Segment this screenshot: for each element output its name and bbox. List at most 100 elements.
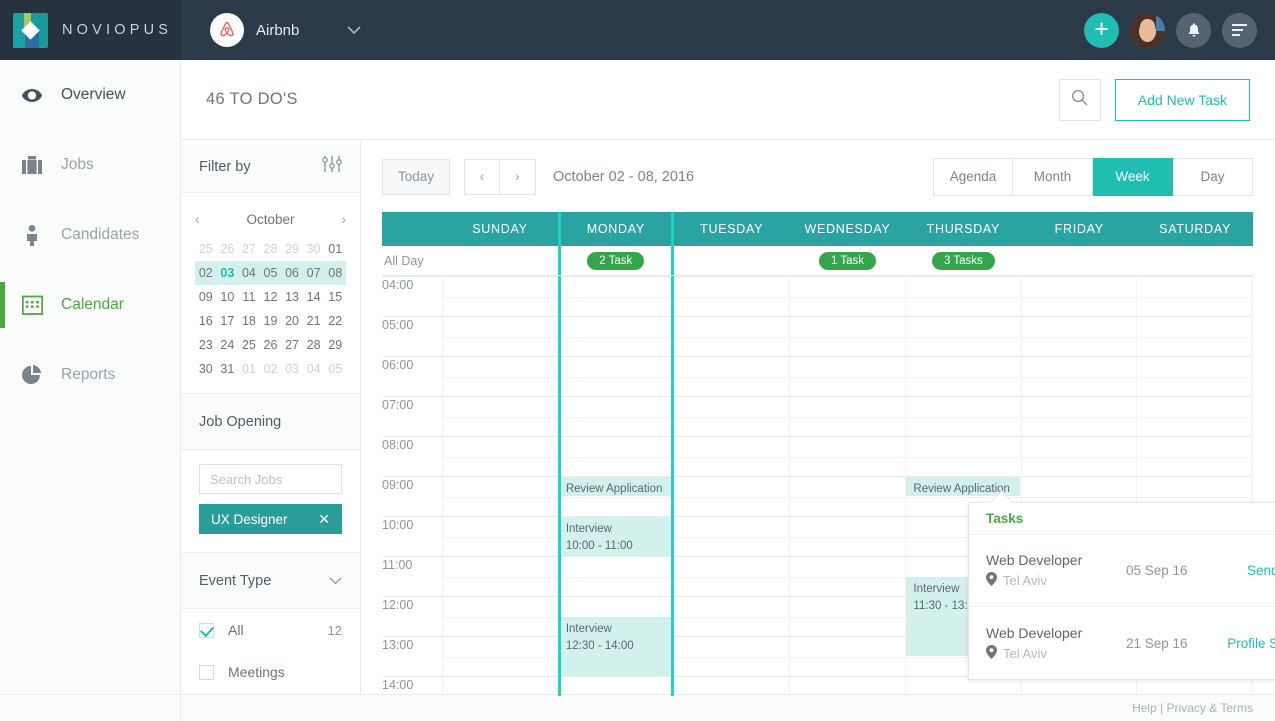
chevron-right-icon[interactable]: › [328, 212, 346, 227]
mini-calendar-day[interactable]: 14 [303, 285, 325, 309]
time-slot[interactable] [673, 356, 789, 396]
close-icon[interactable]: ✕ [318, 511, 330, 528]
time-slot[interactable] [789, 316, 905, 356]
checkbox-icon[interactable] [199, 665, 214, 680]
time-slot[interactable] [673, 476, 789, 516]
prev-week-button[interactable]: ‹ [464, 159, 500, 195]
event-type-option-meetings[interactable]: Meetings [181, 651, 360, 693]
day-header-thursday[interactable]: THURSDAY [905, 212, 1021, 246]
time-slot[interactable] [789, 556, 905, 596]
today-button[interactable]: Today [382, 159, 450, 195]
mini-calendar-day[interactable]: 01 [324, 237, 346, 261]
time-slot[interactable] [558, 676, 674, 696]
time-slot[interactable] [673, 276, 789, 316]
mini-calendar-day[interactable]: 09 [195, 285, 217, 309]
time-slot[interactable] [1021, 436, 1137, 476]
time-slot[interactable] [558, 316, 674, 356]
day-header-monday[interactable]: MONDAY [558, 212, 674, 246]
calendar-event[interactable]: Review Application [559, 477, 673, 496]
all-day-cell[interactable]: 3 Tasks [905, 246, 1021, 275]
time-slot[interactable] [673, 396, 789, 436]
mini-calendar-day[interactable]: 28 [260, 237, 282, 261]
mini-calendar-day[interactable]: 18 [238, 309, 260, 333]
mini-calendar-day[interactable]: 22 [324, 309, 346, 333]
time-slot[interactable] [905, 276, 1021, 316]
task-count-badge[interactable]: 1 Task [819, 252, 876, 270]
mini-calendar-day[interactable]: 25 [195, 237, 217, 261]
view-agenda-button[interactable]: Agenda [933, 158, 1013, 196]
chevron-down-icon[interactable] [329, 574, 342, 588]
time-slot[interactable] [442, 316, 558, 356]
time-slot[interactable] [442, 636, 558, 676]
chevron-down-icon[interactable] [347, 23, 361, 38]
mini-calendar-day[interactable]: 03 [281, 357, 303, 381]
mini-calendar-day[interactable]: 30 [195, 357, 217, 381]
task-row[interactable]: Web Developer Tel Aviv 21 Sep 16 Profile… [969, 607, 1275, 679]
calendar-event[interactable]: Interview12:30 - 14:00 [559, 617, 673, 676]
mini-calendar-day[interactable]: 28 [303, 333, 325, 357]
mini-calendar-day[interactable]: 12 [260, 285, 282, 309]
brand[interactable]: NOVIOPUS [0, 0, 181, 60]
sidebar-item-overview[interactable]: Overview [0, 60, 180, 130]
mini-calendar-day[interactable]: 21 [303, 309, 325, 333]
mini-calendar-day[interactable]: 23 [195, 333, 217, 357]
all-day-cell[interactable] [1137, 246, 1253, 275]
next-week-button[interactable]: › [500, 159, 536, 195]
time-slot[interactable] [905, 356, 1021, 396]
time-slot[interactable] [558, 436, 674, 476]
time-slot[interactable] [789, 476, 905, 516]
task-action-link[interactable]: Profile Screen [1227, 636, 1275, 651]
all-day-cell[interactable]: 2 Task [558, 246, 674, 275]
mini-calendar-day[interactable]: 02 [260, 357, 282, 381]
mini-calendar-day[interactable]: 08 [324, 261, 346, 285]
view-month-button[interactable]: Month [1013, 158, 1093, 196]
sidebar-item-reports[interactable]: Reports [0, 340, 180, 410]
time-slot[interactable] [442, 596, 558, 636]
time-slot[interactable] [1021, 356, 1137, 396]
time-slot[interactable] [789, 276, 905, 316]
mini-calendar-day[interactable]: 29 [281, 237, 303, 261]
mini-calendar-day[interactable]: 06 [281, 261, 303, 285]
sidebar-item-jobs[interactable]: Jobs [0, 130, 180, 200]
time-slot[interactable] [1136, 436, 1253, 476]
time-slot[interactable] [789, 356, 905, 396]
mini-calendar-day[interactable]: 03 [217, 261, 239, 285]
time-slot[interactable] [442, 676, 558, 696]
time-slot[interactable] [905, 396, 1021, 436]
view-week-button[interactable]: Week [1093, 158, 1173, 196]
checkbox-icon[interactable] [199, 623, 214, 638]
bell-icon[interactable] [1176, 13, 1211, 48]
sliders-icon[interactable] [322, 155, 342, 178]
all-day-cell[interactable] [442, 246, 558, 275]
time-slot[interactable] [673, 516, 789, 556]
search-jobs-input[interactable] [199, 464, 342, 494]
mini-calendar-day[interactable]: 26 [260, 333, 282, 357]
task-count-badge[interactable]: 2 Task [587, 252, 644, 270]
time-slot[interactable] [789, 436, 905, 476]
all-day-cell[interactable] [1021, 246, 1137, 275]
time-slot[interactable] [673, 596, 789, 636]
mini-calendar-day[interactable]: 29 [324, 333, 346, 357]
mini-calendar-day[interactable]: 13 [281, 285, 303, 309]
time-slot[interactable] [789, 396, 905, 436]
mini-calendar-day[interactable]: 02 [195, 261, 217, 285]
time-slot[interactable] [442, 396, 558, 436]
mini-calendar-day[interactable]: 04 [238, 261, 260, 285]
all-day-cell[interactable] [674, 246, 790, 275]
time-slot[interactable] [905, 316, 1021, 356]
mini-calendar-day[interactable]: 11 [238, 285, 260, 309]
event-type-option-all[interactable]: All 12 [181, 609, 360, 651]
time-slot[interactable] [442, 436, 558, 476]
mini-calendar-day[interactable]: 05 [324, 357, 346, 381]
time-slot[interactable] [558, 556, 674, 596]
mini-calendar-day[interactable]: 26 [217, 237, 239, 261]
task-count-badge[interactable]: 3 Tasks [932, 252, 995, 270]
mini-calendar-day[interactable]: 01 [238, 357, 260, 381]
event-type-header[interactable]: Event Type [181, 553, 360, 609]
view-day-button[interactable]: Day [1173, 158, 1253, 196]
time-slot[interactable] [1021, 276, 1137, 316]
time-slot[interactable] [789, 636, 905, 676]
time-slot[interactable] [673, 676, 789, 696]
time-slot[interactable] [1136, 396, 1253, 436]
list-lines-icon[interactable] [1222, 13, 1257, 48]
